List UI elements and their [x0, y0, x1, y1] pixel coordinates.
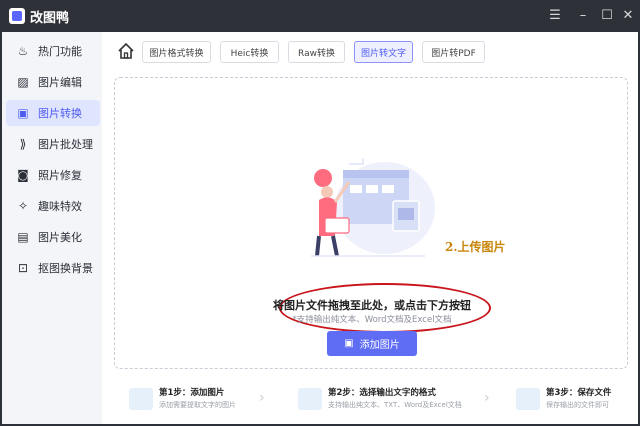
tab-heic-convert[interactable]: Heic转换: [220, 41, 279, 63]
image-convert-icon: ▣: [17, 106, 29, 120]
main-panel: 图片格式转换 Heic转换 Raw转换 图片转文字 图片转PDF 2.上传图片 …: [102, 32, 638, 424]
sparkle-icon: ✧: [17, 199, 29, 213]
add-image-step-icon: [129, 388, 153, 410]
chevron-right-icon: ›: [259, 390, 265, 406]
drop-zone[interactable]: 2.上传图片 将图片文件拖拽至此处，或点击下方按钮 *支持输出纯文本、Word文…: [114, 77, 628, 369]
tab-raw-convert[interactable]: Raw转换: [288, 41, 345, 63]
sidebar-item-label: 趣味特效: [38, 200, 82, 213]
step-desc: 添加需要提取文字的图片: [159, 401, 236, 409]
drop-hint: *支持输出纯文本、Word文档及Excel文档: [292, 315, 452, 325]
menu-icon[interactable]: ☰: [545, 6, 565, 26]
add-image-label: 添加图片: [359, 340, 400, 351]
step-title: 第2步：选择输出文字的格式: [328, 388, 436, 398]
app-logo-icon: [9, 8, 25, 24]
sidebar-item-beautify[interactable]: ▤ 图片美化: [6, 224, 100, 250]
step-desc: 支持输出纯文本、TXT、Word及Excel文档: [328, 401, 462, 409]
tab-format-convert[interactable]: 图片格式转换: [142, 41, 211, 63]
upload-illustration: [311, 158, 435, 257]
save-step-icon: [516, 388, 540, 410]
photo-repair-icon: ◙: [17, 168, 29, 182]
minimize-icon[interactable]: –: [573, 6, 593, 26]
home-icon[interactable]: [117, 42, 135, 60]
sidebar-item-image-edit[interactable]: ▨ 图片编辑: [6, 69, 100, 95]
sidebar-item-label: 图片美化: [38, 231, 82, 244]
steps-bar: 第1步：添加图片 添加需要提取文字的图片 › 第2步：选择输出文字的格式 支持输…: [114, 382, 628, 422]
tab-image-to-text[interactable]: 图片转文字: [354, 41, 413, 63]
add-image-button[interactable]: ▣ 添加图片: [327, 331, 417, 356]
maximize-icon[interactable]: ☐: [597, 6, 617, 26]
sidebar-item-photo-repair[interactable]: ◙ 照片修复: [6, 162, 100, 188]
sidebar-item-label: 图片转换: [38, 107, 82, 120]
chevron-right-icon: ›: [484, 390, 490, 406]
title-bar: 改图鸭 ☰ – ☐ ✕: [0, 0, 640, 32]
close-icon[interactable]: ✕: [618, 6, 638, 26]
step-title: 第1步：添加图片: [159, 388, 225, 398]
step-title: 第3步：保存文件: [546, 388, 612, 398]
sidebar-item-label: 抠图换背景: [38, 262, 93, 275]
sidebar: ♨ 热门功能 ▨ 图片编辑 ▣ 图片转换 ⟫ 图片批处理 ◙ 照片修复 ✧ 趣味…: [2, 32, 102, 424]
drop-instruction: 将图片文件拖拽至此处，或点击下方按钮: [273, 299, 471, 312]
sidebar-item-label: 热门功能: [38, 45, 82, 58]
tab-image-to-pdf[interactable]: 图片转PDF: [422, 41, 485, 63]
beautify-icon: ▤: [17, 230, 29, 244]
sidebar-item-image-convert[interactable]: ▣ 图片转换: [6, 100, 100, 126]
annotation-label: 2.上传图片: [445, 240, 506, 254]
flame-icon: ♨: [17, 44, 29, 58]
sidebar-item-cutout[interactable]: ⊡ 抠图换背景: [6, 255, 100, 281]
format-step-icon: [298, 388, 322, 410]
sidebar-item-label: 图片批处理: [38, 138, 93, 151]
step-desc: 保存输出的文件即可: [546, 401, 609, 409]
image-edit-icon: ▨: [17, 75, 29, 89]
app-title: 改图鸭: [30, 11, 70, 26]
image-icon: ▣: [344, 338, 354, 349]
sidebar-item-label: 照片修复: [38, 169, 82, 182]
sidebar-item-effects[interactable]: ✧ 趣味特效: [6, 193, 100, 219]
sidebar-item-hot[interactable]: ♨ 热门功能: [6, 38, 100, 64]
cutout-icon: ⊡: [17, 261, 29, 275]
sidebar-item-batch[interactable]: ⟫ 图片批处理: [6, 131, 100, 157]
sidebar-item-label: 图片编辑: [38, 76, 82, 89]
batch-icon: ⟫: [19, 137, 27, 151]
